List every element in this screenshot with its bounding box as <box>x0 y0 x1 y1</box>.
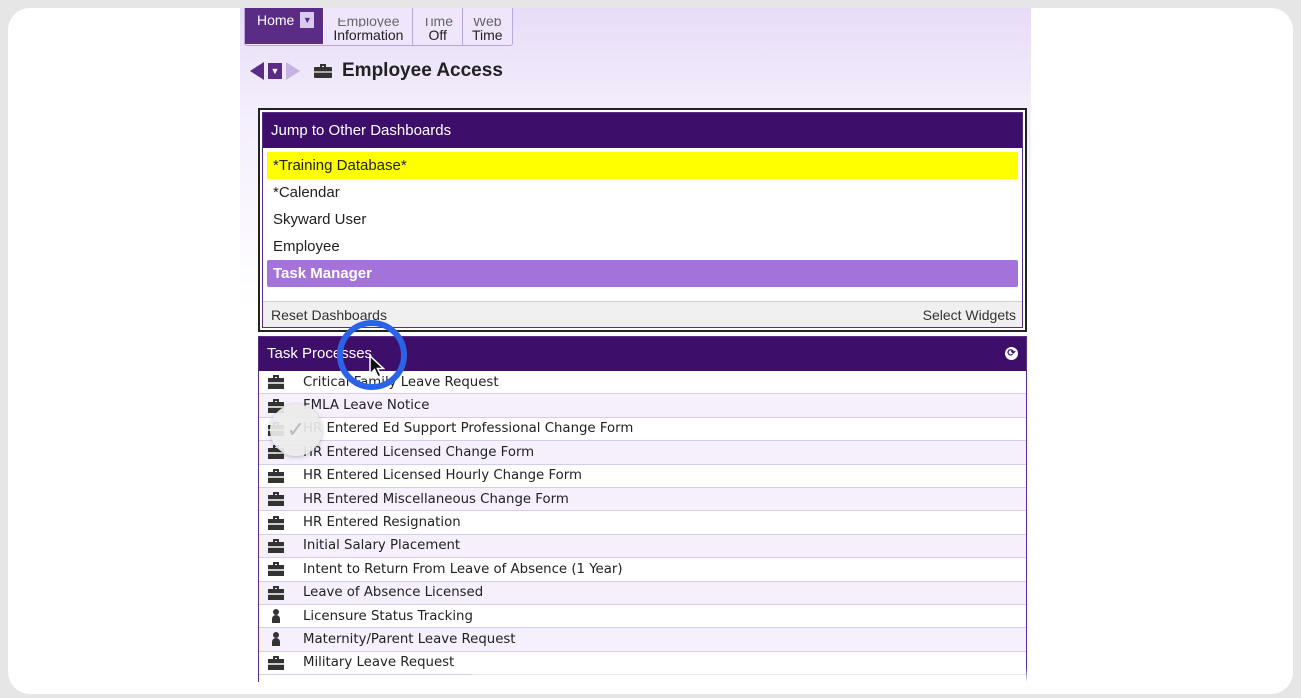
tab-employee-information[interactable]: Employee Information <box>324 8 414 45</box>
task-row[interactable]: HR Entered Miscellaneous Change Form <box>259 487 1026 512</box>
forward-arrow-icon[interactable] <box>286 62 300 80</box>
briefcase-icon <box>267 515 285 530</box>
task-row[interactable]: HR Entered Licensed Hourly Change Form <box>259 465 1026 488</box>
task-row[interactable]: Licensure Status Tracking <box>259 605 1026 629</box>
task-row-label: Licensure Status Tracking <box>303 608 473 624</box>
briefcase-icon <box>267 468 285 483</box>
task-row-label: HR Entered Licensed Hourly Change Form <box>303 468 582 484</box>
breadcrumb: ▼ Employee Access <box>250 60 503 82</box>
task-row[interactable]: Leave of Absence Licensed <box>259 581 1026 605</box>
dashboard-item-training-database[interactable]: *Training Database* <box>267 152 1018 179</box>
task-row[interactable]: Intent to Return From Leave of Absence (… <box>259 558 1026 582</box>
task-row-label: HR Entered Miscellaneous Change Form <box>303 491 569 507</box>
tab-home[interactable]: Home ▼ <box>245 8 325 44</box>
mouse-pointer-icon <box>369 355 385 379</box>
briefcase-icon <box>314 64 332 78</box>
tab-time-off[interactable]: Time Off <box>413 8 463 45</box>
task-row[interactable]: HR Entered Ed Support Professional Chang… <box>259 418 1026 442</box>
briefcase-icon <box>267 538 285 553</box>
person-icon <box>267 609 285 624</box>
history-dropdown-icon[interactable]: ▼ <box>268 63 282 79</box>
refresh-icon[interactable]: ⟳ <box>1005 347 1018 360</box>
briefcase-icon <box>267 585 285 600</box>
screenshot-frame: Home ▼ Employee Information Time Off Web… <box>8 8 1293 694</box>
task-row[interactable]: Initial Salary Placement <box>259 534 1026 559</box>
briefcase-icon <box>267 492 285 507</box>
tab-web-time[interactable]: Web Time <box>463 8 512 45</box>
task-list: Critical Family Leave Request FMLA Leave … <box>259 371 1026 676</box>
dashboard-list: *Training Database* *Calendar Skyward Us… <box>263 148 1022 287</box>
tab-line1: Employee <box>337 18 400 27</box>
select-widgets-link[interactable]: Select Widgets <box>923 307 1016 323</box>
home-dropdown-icon[interactable]: ▼ <box>300 12 315 28</box>
bottom-fade <box>472 668 1031 682</box>
task-row-label: HR Entered Resignation <box>303 515 461 531</box>
task-row-label: Leave of Absence Licensed <box>303 585 484 601</box>
jump-panel-title: Jump to Other Dashboards <box>263 113 1022 148</box>
task-row[interactable]: HR Entered Licensed Change Form <box>259 441 1026 465</box>
back-arrow-icon[interactable] <box>250 62 264 80</box>
top-navigation: Home ▼ Employee Information Time Off Web… <box>244 8 513 46</box>
tab-line2: Time <box>472 27 503 43</box>
task-row-label: HR Entered Ed Support Professional Chang… <box>303 421 634 437</box>
dashboard-item-employee[interactable]: Employee <box>267 233 1018 260</box>
task-row-label: Initial Salary Placement <box>303 538 461 554</box>
tab-home-label: Home <box>257 12 295 28</box>
task-row-label: Maternity/Parent Leave Request <box>303 631 516 647</box>
tab-line2: Off <box>428 27 447 43</box>
briefcase-icon <box>267 375 285 390</box>
tab-line1: Web <box>473 18 502 27</box>
briefcase-icon <box>267 562 285 577</box>
task-row[interactable]: FMLA Leave Notice <box>259 394 1026 418</box>
briefcase-icon <box>267 655 285 670</box>
task-row-label: Critical Family Leave Request <box>303 374 499 390</box>
dashboard-item-calendar[interactable]: *Calendar <box>267 179 1018 206</box>
task-row-label: FMLA Leave Notice <box>303 398 430 414</box>
task-row[interactable]: HR Entered Resignation <box>259 511 1026 535</box>
task-row-label: Intent to Return From Leave of Absence (… <box>303 561 623 577</box>
page-title: Employee Access <box>342 60 503 81</box>
person-icon <box>267 632 285 647</box>
tab-line2: Information <box>333 27 404 43</box>
jump-to-dashboards-panel: Jump to Other Dashboards *Training Datab… <box>258 108 1027 332</box>
task-row[interactable]: Maternity/Parent Leave Request <box>259 628 1026 652</box>
tab-line1: Time <box>422 18 453 27</box>
dashboard-item-task-manager[interactable]: Task Manager <box>267 260 1018 287</box>
task-row-label: Military Leave Request <box>303 655 455 671</box>
dashboard-item-skyward-user[interactable]: Skyward User <box>267 206 1018 233</box>
task-row-label: HR Entered Licensed Change Form <box>303 444 535 460</box>
checkmark-icon: ✓ <box>270 404 322 456</box>
